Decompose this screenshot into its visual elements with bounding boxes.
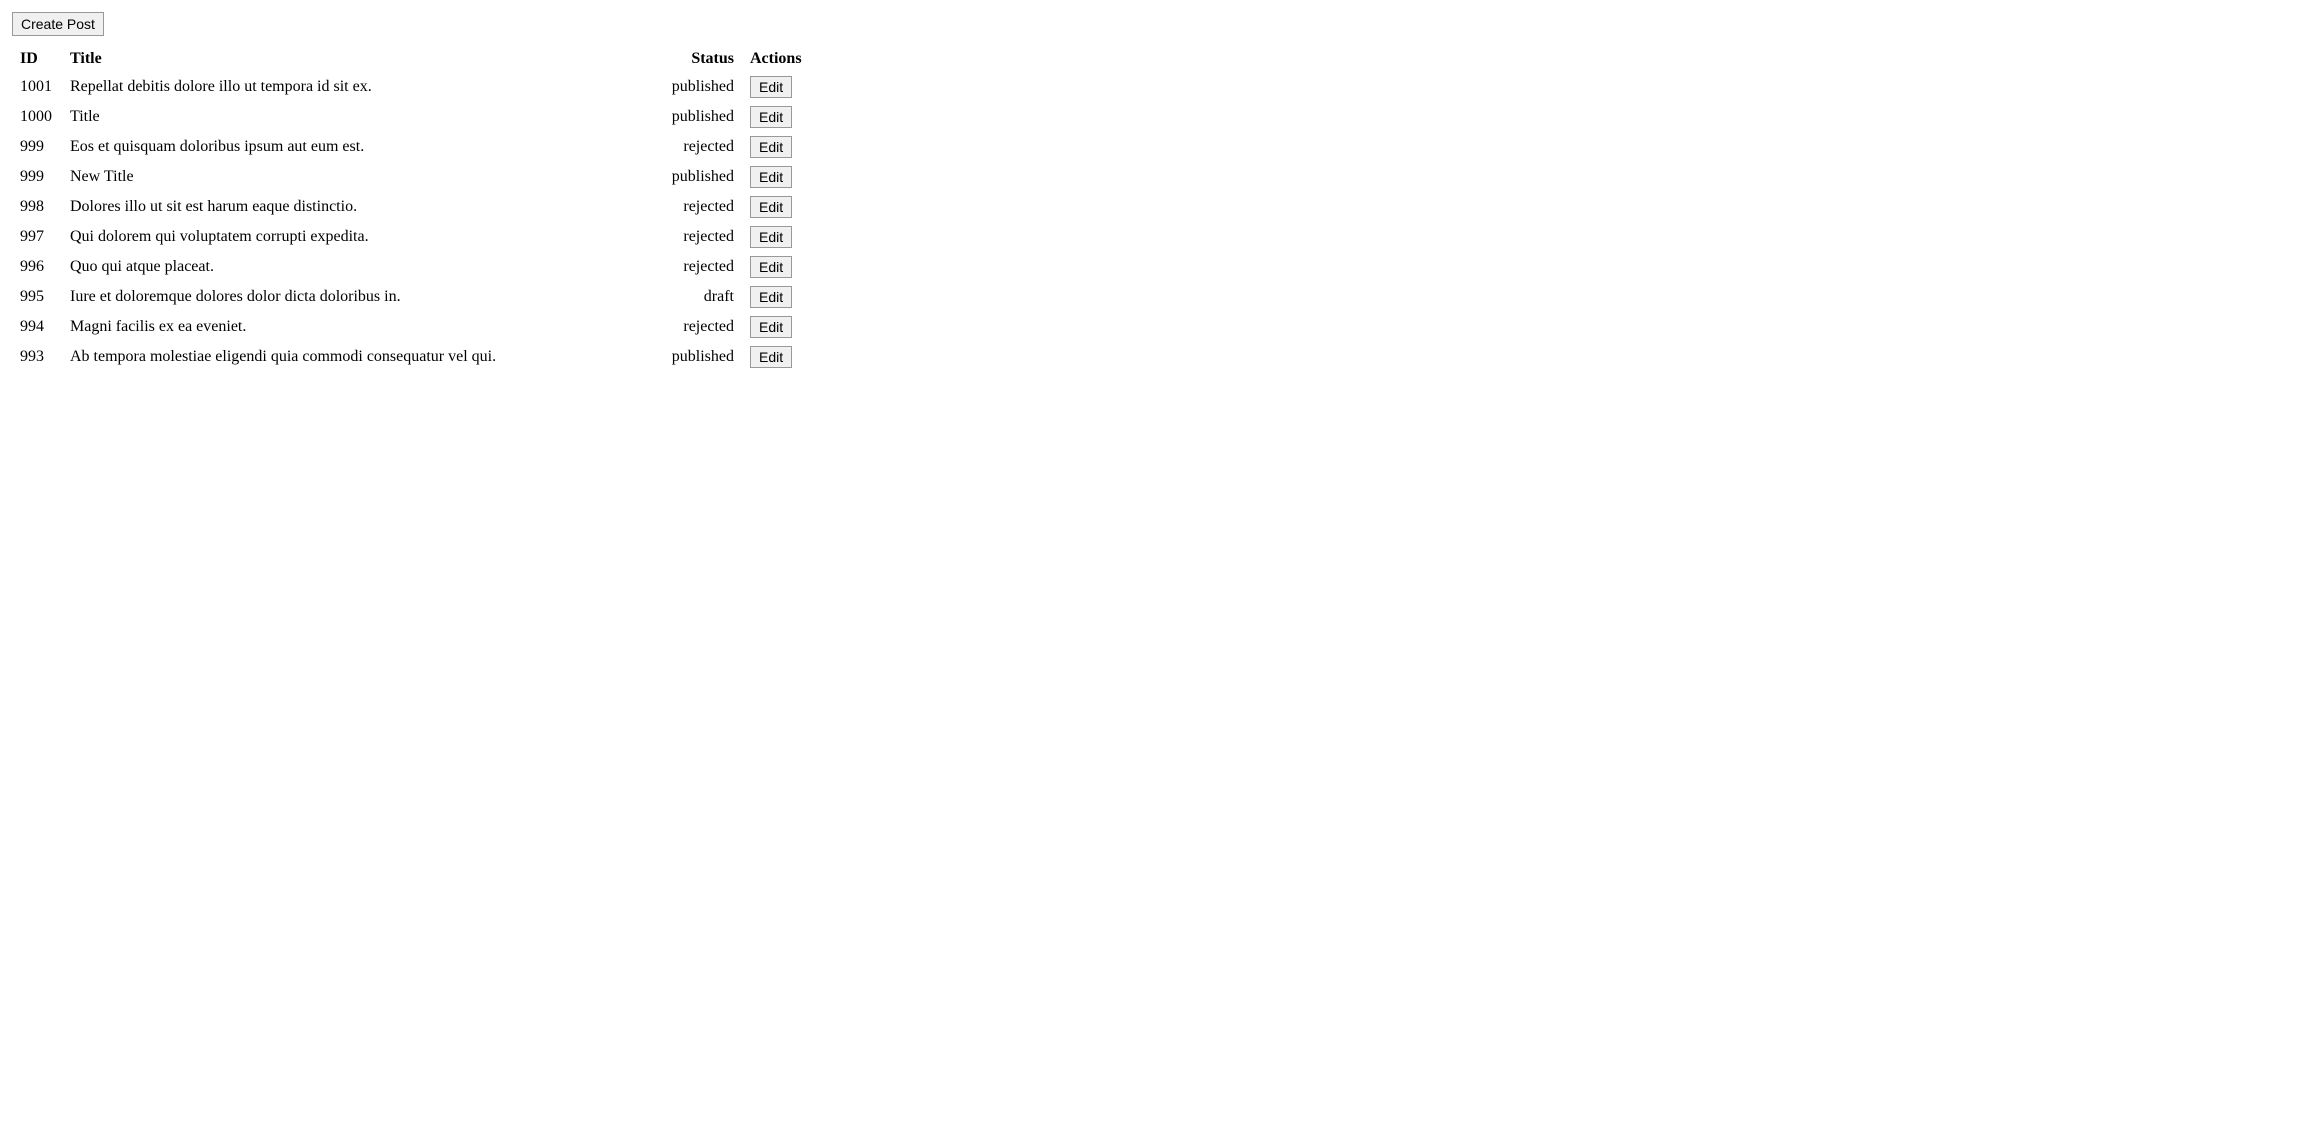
table-row: 995Iure et doloremque dolores dolor dict… [12,282,822,312]
cell-actions: Edit [742,132,822,162]
cell-title: Qui dolorem qui voluptatem corrupti expe… [62,222,642,252]
cell-status: rejected [642,252,742,282]
edit-button[interactable]: Edit [750,286,792,308]
edit-button[interactable]: Edit [750,196,792,218]
cell-status: published [642,72,742,102]
edit-button[interactable]: Edit [750,166,792,188]
cell-actions: Edit [742,312,822,342]
cell-title: Repellat debitis dolore illo ut tempora … [62,72,642,102]
cell-status: rejected [642,222,742,252]
cell-id: 997 [12,222,62,252]
table-row: 1000Titlepublished Edit [12,102,822,132]
table-row: 1001Repellat debitis dolore illo ut temp… [12,72,822,102]
edit-button[interactable]: Edit [750,316,792,338]
edit-button[interactable]: Edit [750,256,792,278]
edit-button[interactable]: Edit [750,346,792,368]
cell-status: published [642,162,742,192]
cell-actions: Edit [742,162,822,192]
table-row: 997Qui dolorem qui voluptatem corrupti e… [12,222,822,252]
cell-id: 993 [12,342,62,372]
cell-title: Quo qui atque placeat. [62,252,642,282]
cell-id: 999 [12,162,62,192]
table-row: 998Dolores illo ut sit est harum eaque d… [12,192,822,222]
table-row: 999Eos et quisquam doloribus ipsum aut e… [12,132,822,162]
column-header-actions: Actions [742,46,822,72]
cell-title: New Title [62,162,642,192]
cell-status: rejected [642,132,742,162]
cell-title: Title [62,102,642,132]
edit-button[interactable]: Edit [750,106,792,128]
cell-actions: Edit [742,252,822,282]
table-row: 993Ab tempora molestiae eligendi quia co… [12,342,822,372]
cell-title: Dolores illo ut sit est harum eaque dist… [62,192,642,222]
cell-id: 1001 [12,72,62,102]
cell-status: published [642,342,742,372]
cell-id: 998 [12,192,62,222]
cell-status: draft [642,282,742,312]
table-row: 994Magni facilis ex ea eveniet.rejected E… [12,312,822,342]
cell-actions: Edit [742,342,822,372]
cell-id: 996 [12,252,62,282]
cell-actions: Edit [742,282,822,312]
cell-id: 999 [12,132,62,162]
edit-button[interactable]: Edit [750,76,792,98]
posts-table: ID Title Status Actions 1001Repellat deb… [12,46,822,372]
cell-status: rejected [642,192,742,222]
create-post-button[interactable]: Create Post [12,12,104,36]
edit-button[interactable]: Edit [750,226,792,248]
table-row: 999New Titlepublished Edit [12,162,822,192]
cell-title: Ab tempora molestiae eligendi quia commo… [62,342,642,372]
cell-title: Iure et doloremque dolores dolor dicta d… [62,282,642,312]
cell-actions: Edit [742,102,822,132]
column-header-id: ID [12,46,62,72]
table-row: 996Quo qui atque placeat.rejected Edit [12,252,822,282]
cell-actions: Edit [742,192,822,222]
column-header-title: Title [62,46,642,72]
cell-actions: Edit [742,222,822,252]
cell-id: 994 [12,312,62,342]
cell-id: 995 [12,282,62,312]
cell-status: rejected [642,312,742,342]
column-header-status: Status [642,46,742,72]
cell-status: published [642,102,742,132]
cell-title: Magni facilis ex ea eveniet. [62,312,642,342]
edit-button[interactable]: Edit [750,136,792,158]
cell-actions: Edit [742,72,822,102]
cell-title: Eos et quisquam doloribus ipsum aut eum … [62,132,642,162]
cell-id: 1000 [12,102,62,132]
